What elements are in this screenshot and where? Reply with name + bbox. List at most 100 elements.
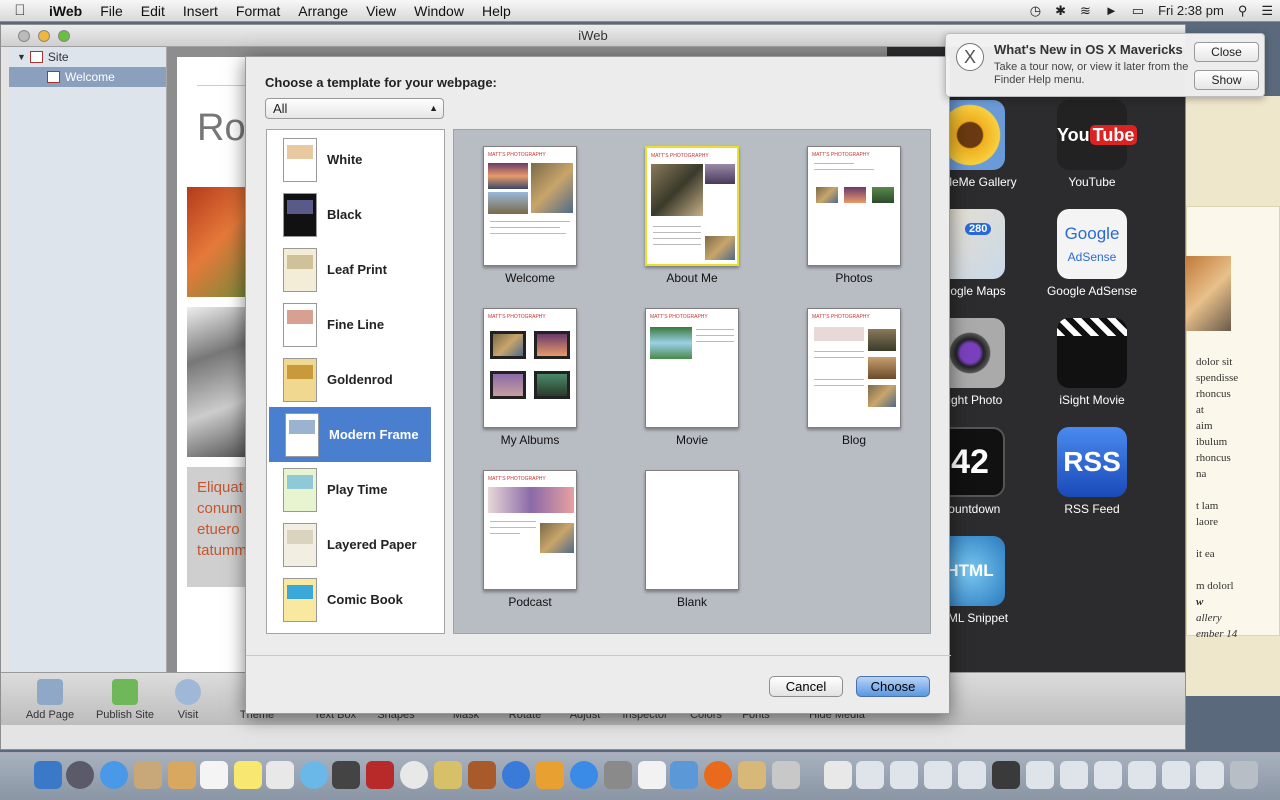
page-template-blank[interactable]: Blank xyxy=(627,470,757,609)
sidebar-page-welcome[interactable]: Welcome xyxy=(9,67,166,87)
minimized-window-icon[interactable] xyxy=(1060,761,1088,789)
menu-view[interactable]: View xyxy=(357,3,405,19)
zoom-window-icon[interactable] xyxy=(58,30,70,42)
widget-rss-feed[interactable]: RSS RSS Feed xyxy=(1037,427,1147,516)
sidebar-site[interactable]: ▼ Site xyxy=(9,47,166,67)
notification-center-icon[interactable]: ☰ xyxy=(1254,3,1280,19)
spotlight-search-icon[interactable]: ⚲ xyxy=(1231,3,1255,19)
template-item-black[interactable]: Black xyxy=(267,187,444,242)
widget-youtube[interactable]: You Tube YouTube xyxy=(1037,100,1147,189)
page-template-photos[interactable]: MATT'S PHOTOGRAPHY Photos xyxy=(789,146,919,285)
itunes-icon[interactable] xyxy=(502,761,530,789)
inspector-line: allery xyxy=(1196,612,1222,624)
document-icon[interactable] xyxy=(824,761,852,789)
page-template-about-me[interactable]: MATT'S PHOTOGRAPHY About Me xyxy=(627,146,757,285)
menu-window[interactable]: Window xyxy=(405,3,473,19)
widget-isight-movie[interactable]: iSight Movie xyxy=(1037,318,1147,407)
template-item-play-time[interactable]: Play Time xyxy=(267,462,444,517)
textedit-icon[interactable] xyxy=(638,761,666,789)
template-item-leaf-print[interactable]: Leaf Print xyxy=(267,242,444,297)
minimized-window-icon[interactable] xyxy=(1026,761,1054,789)
notification-body: Take a tour now, or view it later from t… xyxy=(994,61,1189,86)
template-item-modern-frame[interactable]: Modern Frame xyxy=(269,407,431,462)
menu-app-name[interactable]: iWeb xyxy=(40,3,91,19)
page-template-welcome[interactable]: MATT'S PHOTOGRAPHY Welcome xyxy=(465,146,595,285)
minimized-window-icon[interactable] xyxy=(1162,761,1190,789)
minimized-window-icon[interactable] xyxy=(1196,761,1224,789)
photo-tree[interactable] xyxy=(187,307,247,457)
text-block[interactable]: Eliquat conum etuero tatumm xyxy=(187,467,247,587)
menu-file[interactable]: File xyxy=(91,3,132,19)
minimized-window-icon[interactable] xyxy=(924,761,952,789)
page-template-podcast[interactable]: MATT'S PHOTOGRAPHY Podcast xyxy=(465,470,595,609)
wifi-icon[interactable]: ≋ xyxy=(1073,3,1098,19)
time-machine-icon[interactable]: ◷ xyxy=(1023,3,1048,19)
close-window-icon[interactable] xyxy=(18,30,30,42)
messages-icon[interactable] xyxy=(300,761,328,789)
minimized-window-icon[interactable] xyxy=(1094,761,1122,789)
minimized-window-icon[interactable] xyxy=(1128,761,1156,789)
template-name: White xyxy=(327,152,363,167)
ibooks-icon[interactable] xyxy=(536,761,564,789)
template-item-white[interactable]: White xyxy=(267,132,444,187)
minimized-window-icon[interactable] xyxy=(958,761,986,789)
launchpad-icon[interactable] xyxy=(66,761,94,789)
add-page-button[interactable]: Add Page xyxy=(15,679,85,721)
xcode-icon[interactable] xyxy=(670,761,698,789)
photo-flowers[interactable] xyxy=(187,187,247,297)
notes-icon[interactable] xyxy=(234,761,262,789)
publish-site-button[interactable]: Publish Site xyxy=(90,679,160,721)
notification-close-button[interactable]: Close xyxy=(1194,42,1259,62)
no-entry-icon[interactable] xyxy=(400,761,428,789)
reminders-icon[interactable] xyxy=(266,761,294,789)
mail-icon[interactable] xyxy=(134,761,162,789)
trash-icon[interactable] xyxy=(1230,761,1258,789)
template-item-fine-line[interactable]: Fine Line xyxy=(267,297,444,352)
template-thumbnail xyxy=(283,577,317,622)
firefox-icon[interactable] xyxy=(704,761,732,789)
imovie-icon[interactable] xyxy=(434,761,462,789)
menu-format[interactable]: Format xyxy=(227,3,289,19)
template-list[interactable]: White Black Leaf Print Fine Line Goldenr… xyxy=(266,129,445,634)
volume-icon[interactable]: ► xyxy=(1098,3,1125,18)
preview-icon[interactable] xyxy=(738,761,766,789)
template-item-layered-paper[interactable]: Layered Paper xyxy=(267,517,444,572)
menu-arrange[interactable]: Arrange xyxy=(289,3,357,19)
dock xyxy=(0,752,1280,800)
menu-insert[interactable]: Insert xyxy=(174,3,227,19)
system-preferences-icon[interactable] xyxy=(604,761,632,789)
template-item-comic-book[interactable]: Comic Book xyxy=(267,572,444,627)
photo-booth-icon[interactable] xyxy=(366,761,394,789)
notification-show-button[interactable]: Show xyxy=(1194,70,1259,90)
menu-edit[interactable]: Edit xyxy=(132,3,174,19)
clock[interactable]: Fri 2:38 pm xyxy=(1151,3,1231,18)
page-template-blog[interactable]: MATT'S PHOTOGRAPHY Blog xyxy=(789,308,919,447)
menu-help[interactable]: Help xyxy=(473,3,520,19)
cancel-button[interactable]: Cancel xyxy=(769,676,843,697)
facetime-icon[interactable] xyxy=(332,761,360,789)
template-name: Black xyxy=(327,207,362,222)
utility-icon[interactable] xyxy=(772,761,800,789)
template-item-goldenrod[interactable]: Goldenrod xyxy=(267,352,444,407)
safari-icon[interactable] xyxy=(100,761,128,789)
choose-button[interactable]: Choose xyxy=(856,676,930,697)
bluetooth-icon[interactable]: ✱ xyxy=(1048,3,1073,19)
app-store-icon[interactable] xyxy=(570,761,598,789)
minimize-window-icon[interactable] xyxy=(38,30,50,42)
minimized-window-icon[interactable] xyxy=(856,761,884,789)
disclosure-triangle-icon[interactable]: ▼ xyxy=(17,52,26,62)
widget-google-adsense[interactable]: Google AdSense Google AdSense xyxy=(1037,209,1147,298)
page-template-my-albums[interactable]: MATT'S PHOTOGRAPHY My Albums xyxy=(465,308,595,447)
minimized-window-icon[interactable] xyxy=(992,761,1020,789)
minimized-window-icon[interactable] xyxy=(890,761,918,789)
battery-icon[interactable]: ▭ xyxy=(1125,3,1151,19)
contacts-icon[interactable] xyxy=(168,761,196,789)
finder-icon[interactable] xyxy=(34,761,62,789)
visit-button[interactable]: Visit xyxy=(153,679,223,721)
calendar-icon[interactable] xyxy=(200,761,228,789)
page-template-movie[interactable]: MATT'S PHOTOGRAPHY Movie xyxy=(627,308,757,447)
garageband-icon[interactable] xyxy=(468,761,496,789)
filter-value: All xyxy=(273,101,288,116)
template-filter-select[interactable]: All ▲ xyxy=(265,98,444,119)
apple-menu-icon[interactable]:  xyxy=(0,2,40,19)
